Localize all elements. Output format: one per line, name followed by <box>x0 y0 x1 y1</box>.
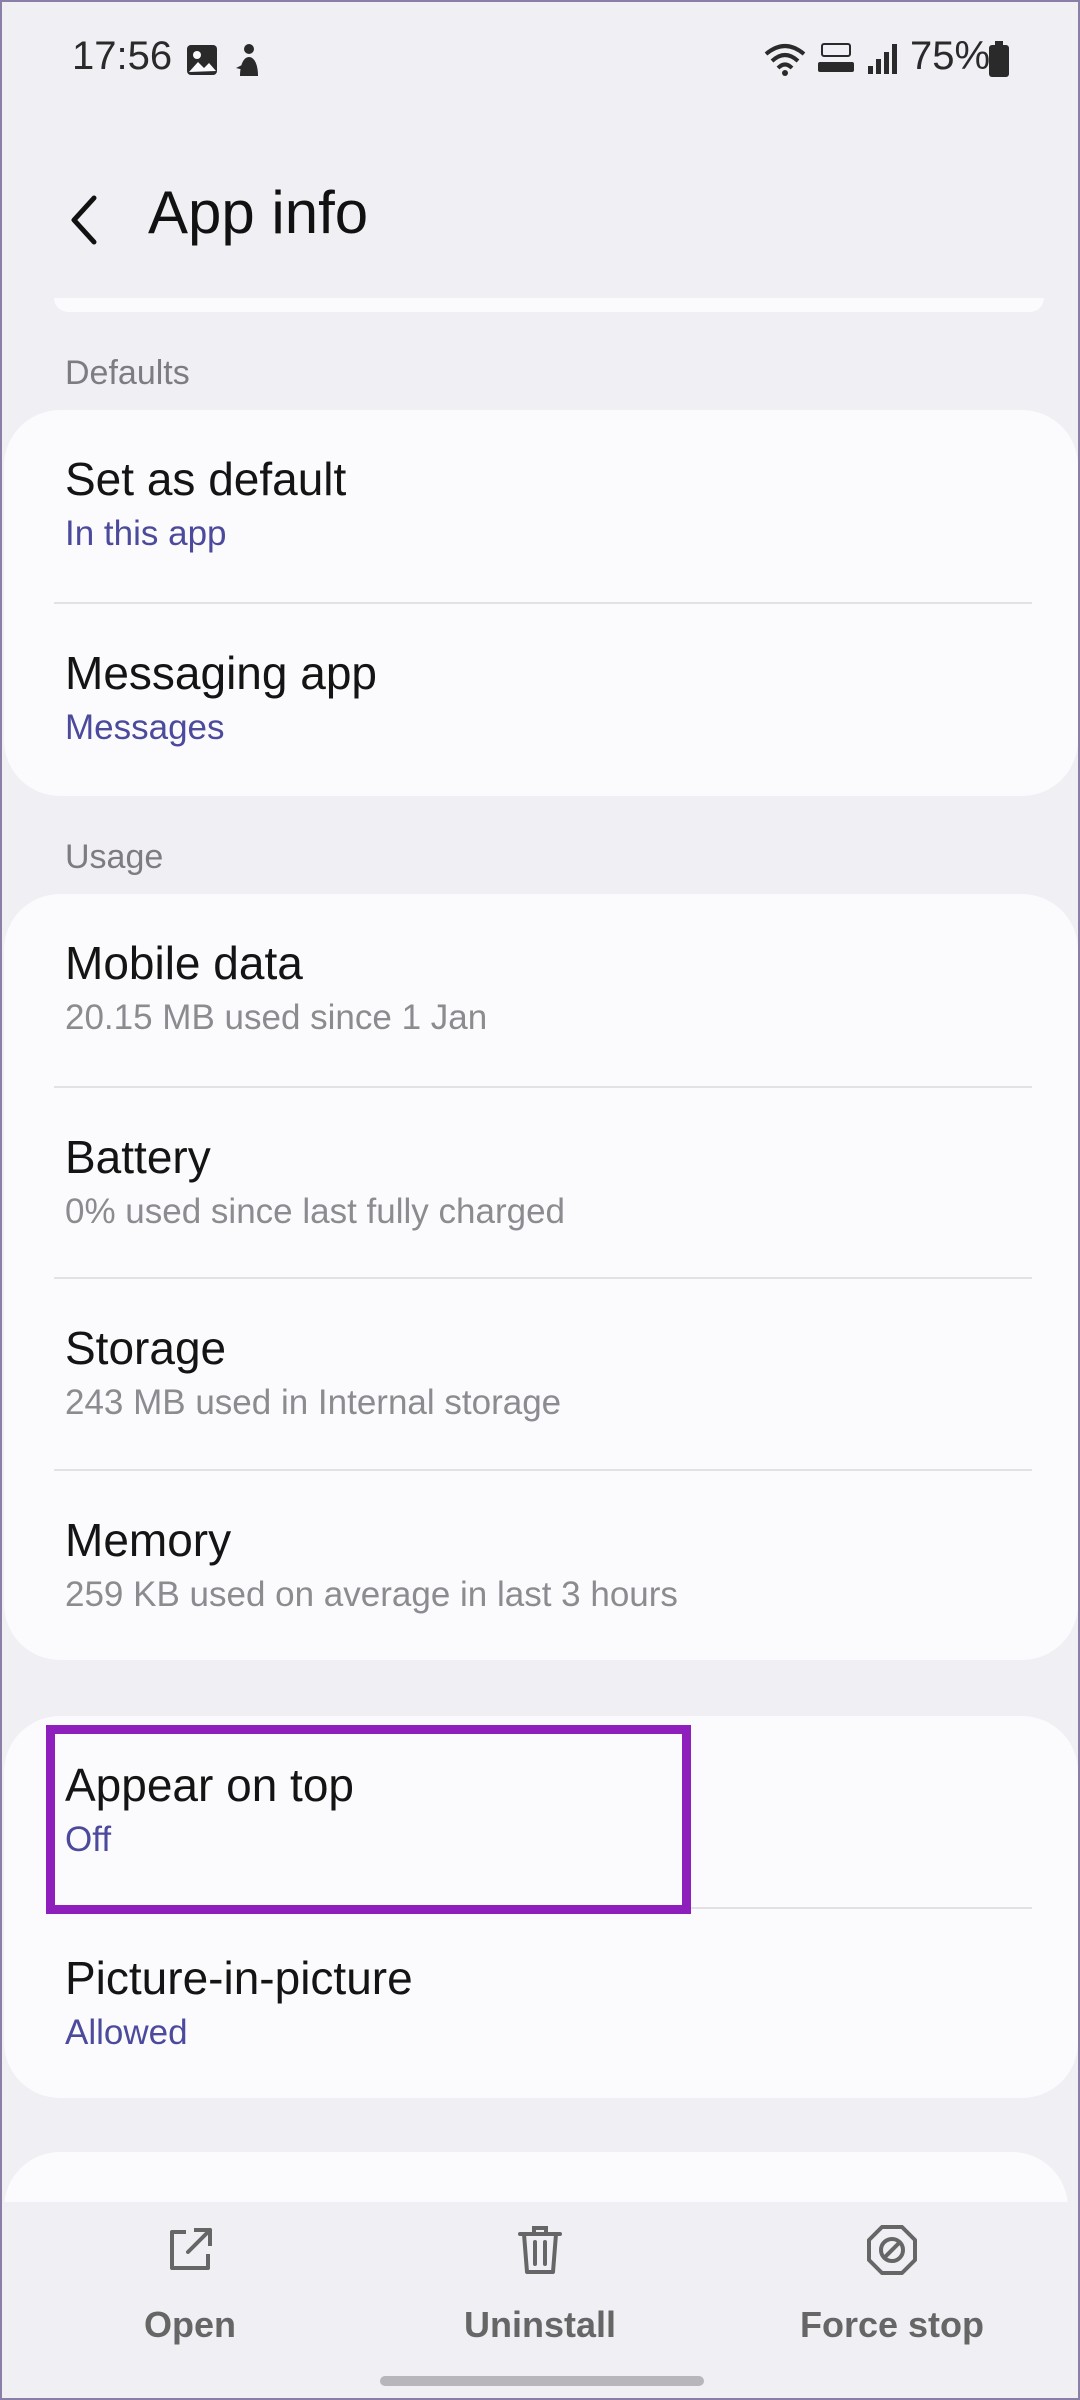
item-subtitle: 243 MB used in Internal storage <box>65 1383 562 1422</box>
volte-lte-icon <box>818 43 854 72</box>
section-label-usage: Usage <box>65 838 164 876</box>
list-item-set-as-default[interactable]: Set as default In this app <box>4 410 1078 602</box>
open-external-icon <box>170 2228 212 2270</box>
trash-icon <box>518 2226 562 2274</box>
item-title: Storage <box>65 1322 227 1374</box>
battery-percent: 75% <box>910 34 991 78</box>
home-indicator[interactable] <box>380 2376 704 2386</box>
notification-icon <box>236 44 258 76</box>
list-item-picture-in-picture[interactable]: Picture-in-picture Allowed <box>4 1909 1078 2098</box>
list-item-storage[interactable]: Storage 243 MB used in Internal storage <box>4 1279 1078 1471</box>
battery-icon <box>989 41 1009 77</box>
previous-card-edge <box>54 298 1044 312</box>
list-item-battery[interactable]: Battery 0% used since last fully charged <box>4 1088 1078 1280</box>
defaults-card: Set as default In this app Messaging app… <box>4 410 1078 796</box>
item-title: Memory <box>65 1514 232 1566</box>
bottom-action-bar: Open Uninstall Force stop <box>2 2202 1078 2398</box>
open-button[interactable]: Open <box>60 2222 320 2346</box>
item-subtitle: 259 KB used on average in last 3 hours <box>65 1575 678 1614</box>
item-title: Battery <box>65 1131 211 1183</box>
item-subtitle: Messages <box>65 708 225 747</box>
action-label: Force stop <box>799 2304 985 2345</box>
item-subtitle: 20.15 MB used since 1 Jan <box>65 998 488 1037</box>
list-item-messaging-app[interactable]: Messaging app Messages <box>4 604 1078 796</box>
item-title: Mobile data <box>65 937 303 989</box>
action-label: Uninstall <box>463 2304 616 2345</box>
block-icon <box>867 2225 917 2275</box>
signal-icon <box>868 44 897 74</box>
item-subtitle: In this app <box>65 514 227 553</box>
list-item-memory[interactable]: Memory 259 KB used on average in last 3 … <box>4 1471 1078 1660</box>
item-title: Set as default <box>65 453 347 505</box>
app-header: App info <box>2 172 1078 272</box>
item-title: Messaging app <box>65 647 377 699</box>
action-label: Open <box>143 2304 236 2345</box>
page-title: App info <box>148 179 369 246</box>
item-subtitle: 0% used since last fully charged <box>65 1192 565 1231</box>
item-subtitle: Allowed <box>65 2013 188 2052</box>
gallery-icon <box>187 45 217 75</box>
force-stop-button[interactable]: Force stop <box>762 2222 1022 2346</box>
item-title: Picture-in-picture <box>65 1952 413 2004</box>
usage-card: Mobile data 20.15 MB used since 1 Jan Ba… <box>4 894 1078 1660</box>
section-label-defaults: Defaults <box>65 354 190 392</box>
status-time: 17:56 <box>72 34 173 78</box>
wifi-icon <box>764 44 806 76</box>
list-item-mobile-data[interactable]: Mobile data 20.15 MB used since 1 Jan <box>4 894 1078 1086</box>
highlight-annotation <box>46 1725 691 1914</box>
uninstall-button[interactable]: Uninstall <box>410 2222 670 2346</box>
back-button[interactable] <box>50 184 122 256</box>
status-bar: 17:56 75% <box>2 2 1078 122</box>
